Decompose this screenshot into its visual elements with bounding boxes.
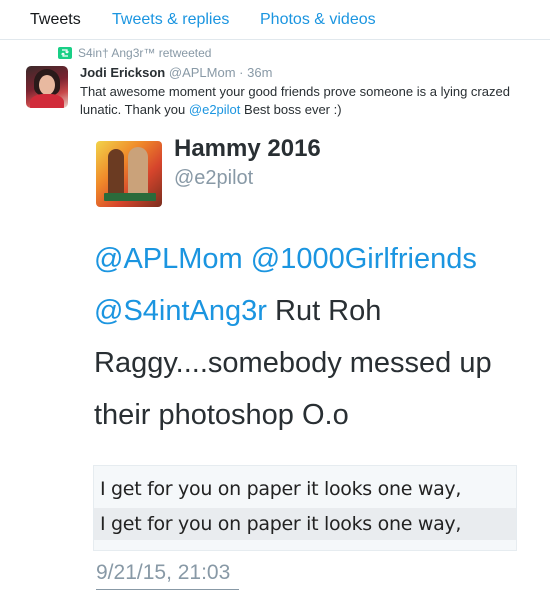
retweet-context: S4in† Ang3r™ retweeted [58,45,211,60]
profile-tabs: Tweets Tweets & replies Photos & videos [0,0,550,40]
tab-tweets-replies[interactable]: Tweets & replies [112,11,229,29]
embedded-mention: @APLMom [94,243,243,275]
photo-text-line: I get for you on paper it looks one way, [100,513,462,535]
tab-photos-videos[interactable]: Photos & videos [260,11,376,29]
embedded-author-handle: @e2pilot [174,167,254,189]
tab-tweets[interactable]: Tweets [30,11,81,29]
tweet-text: That awesome moment your good friends pr… [80,83,520,119]
tweet[interactable]: S4in† Ang3r™ retweeted Jodi Erickson @AP… [0,40,550,590]
author-handle[interactable]: @APLMom [169,65,236,80]
tweet-text-part: Best boss ever :) [240,102,342,117]
avatar[interactable] [26,66,68,108]
embedded-date: 9/21/15, 21:03 [96,561,231,584]
embedded-tweet-text: @APLMom @1000Girlfriends @S4intAng3r Rut… [94,233,544,441]
embedded-mention: @1000Girlfriends [250,243,477,275]
mention-link[interactable]: @e2pilot [189,102,241,117]
retweet-by-label[interactable]: S4in† Ang3r™ retweeted [78,46,211,60]
embedded-author-name: Hammy 2016 [174,135,321,162]
retweet-icon [58,47,72,59]
embedded-tweet-image[interactable]: Hammy 2016 @e2pilot @APLMom @1000Girlfri… [68,131,550,590]
tweet-timestamp[interactable]: · 36m [239,65,272,80]
photo-text-line: I get for you on paper it looks one way, [100,478,462,500]
author-name[interactable]: Jodi Erickson [80,65,165,80]
embedded-avatar [96,141,162,207]
embedded-photo: I get for you on paper it looks one way,… [93,465,517,551]
tweet-header: Jodi Erickson @APLMom · 36m [80,65,272,80]
embedded-mention: @S4intAng3r [94,295,267,327]
